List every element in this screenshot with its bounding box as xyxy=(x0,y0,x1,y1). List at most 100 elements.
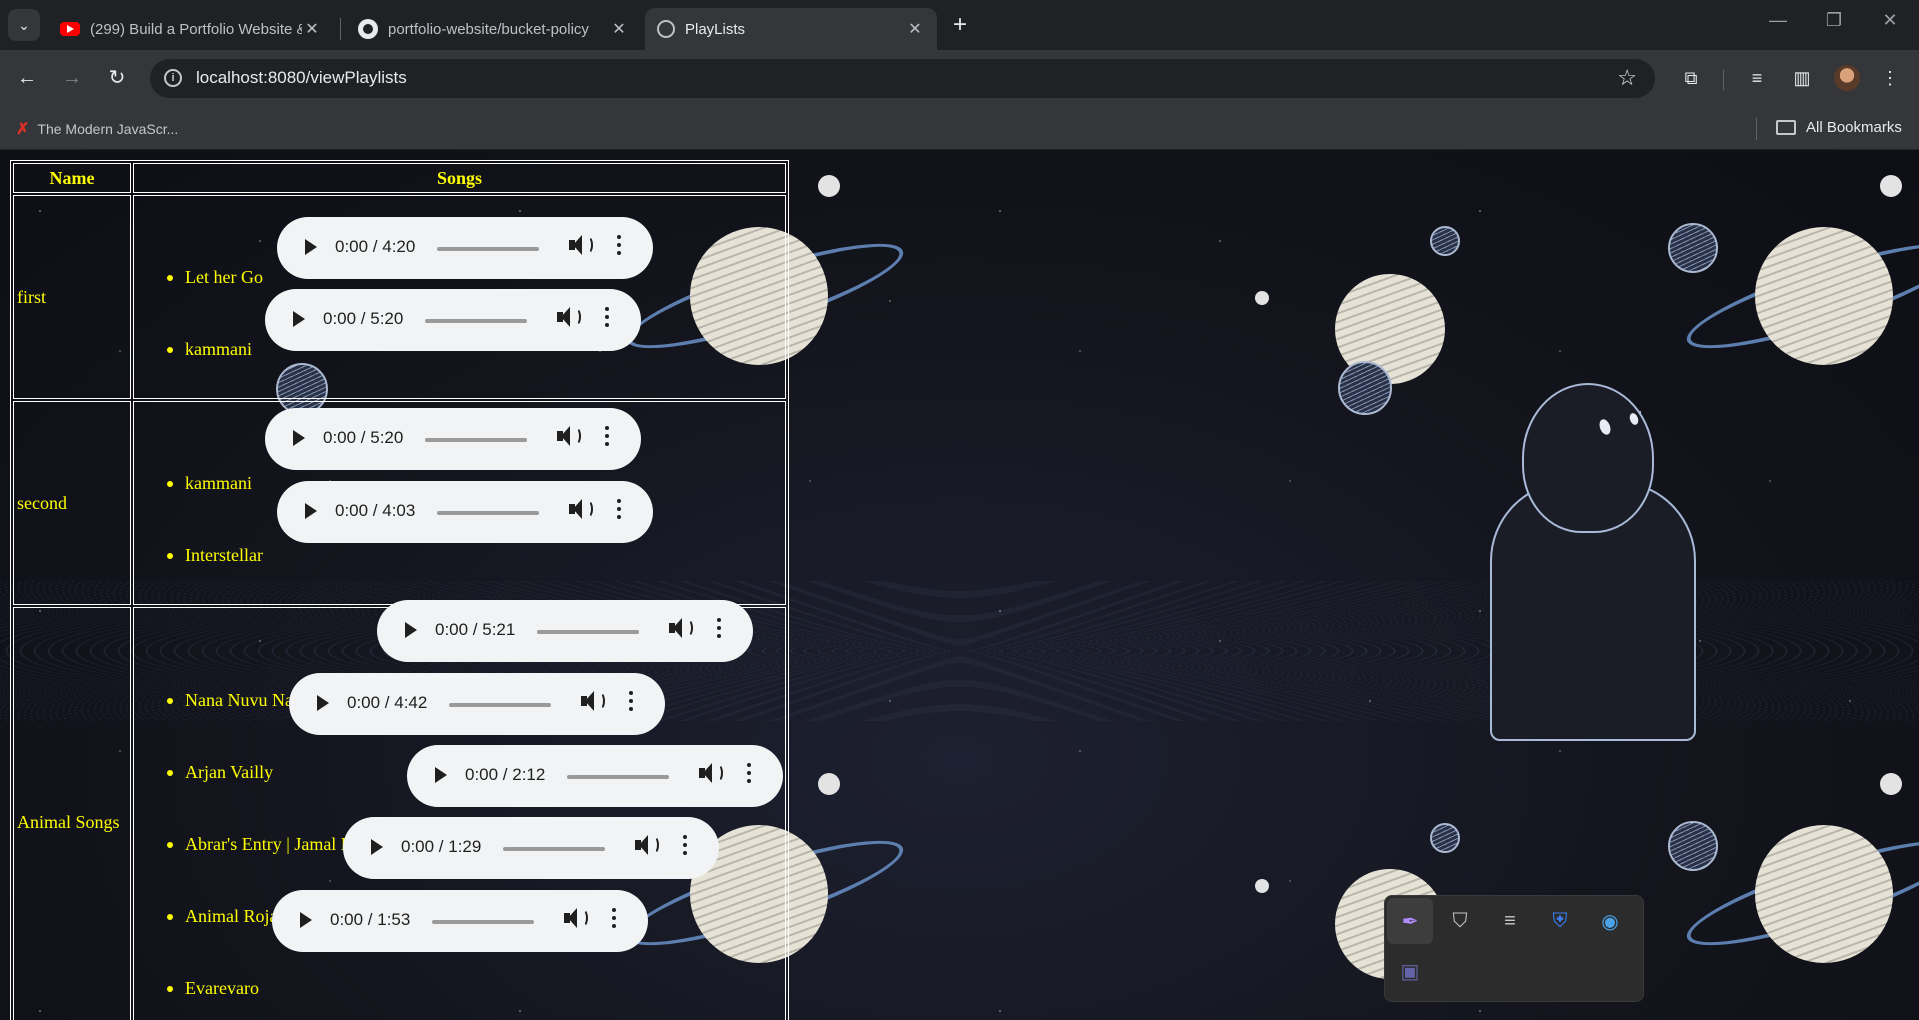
audio-progress-slider[interactable] xyxy=(432,920,534,924)
bullet xyxy=(167,275,173,281)
more-options-icon[interactable] xyxy=(605,307,609,333)
audio-player[interactable]: 0:00 / 5:21 xyxy=(377,600,753,662)
song-title: Interstellar xyxy=(185,545,263,565)
address-bar[interactable]: i localhost:8080/viewPlaylists ☆ xyxy=(150,59,1655,98)
reload-icon[interactable]: ↻ xyxy=(103,64,131,92)
small-moon xyxy=(1668,223,1718,273)
menu-kebab-icon[interactable]: ⋮ xyxy=(1876,64,1904,92)
moon-dot xyxy=(818,773,840,795)
audio-progress-slider[interactable] xyxy=(425,438,527,442)
audio-progress-slider[interactable] xyxy=(437,511,539,515)
table-row: Animal Songs Nana Nuvu Na Pranam Arjan V… xyxy=(13,607,786,1020)
media-control-icon[interactable]: ≡ xyxy=(1743,64,1771,92)
media-icon[interactable]: ≡ xyxy=(1487,898,1533,944)
url-text[interactable]: localhost:8080/viewPlaylists xyxy=(196,68,407,88)
restore-icon[interactable]: ❐ xyxy=(1814,10,1854,31)
audio-time: 0:00 / 1:29 xyxy=(401,837,482,856)
volume-icon-wave xyxy=(578,909,588,927)
browser-icon[interactable]: ◉ xyxy=(1587,898,1633,944)
audio-player[interactable]: 0:00 / 4:03 xyxy=(277,481,653,543)
close-icon[interactable]: ✕ xyxy=(302,19,322,39)
audio-player[interactable]: 0:00 / 1:29 xyxy=(343,817,719,879)
more-options-icon[interactable] xyxy=(683,835,687,861)
folder-icon xyxy=(1776,120,1796,135)
audio-player[interactable]: 0:00 / 4:42 xyxy=(289,673,665,735)
tab-title: (299) Build a Portfolio Website & xyxy=(90,20,302,38)
playlist-name: Animal Songs xyxy=(13,607,131,1020)
extensions-icon[interactable]: ⧉ xyxy=(1677,64,1705,92)
play-icon[interactable] xyxy=(435,767,447,783)
volume-icon-cone xyxy=(561,426,570,446)
audio-progress-slider[interactable] xyxy=(437,247,539,251)
more-options-icon[interactable] xyxy=(612,908,616,934)
play-icon[interactable] xyxy=(293,430,305,446)
bullet xyxy=(167,914,173,920)
more-options-icon[interactable] xyxy=(617,235,621,261)
audio-player[interactable]: 0:00 / 4:20 xyxy=(277,217,653,279)
tab-playlists[interactable]: PlayLists ✕ xyxy=(645,8,937,50)
all-bookmarks-button[interactable]: All Bookmarks xyxy=(1776,119,1902,136)
audio-progress-slider[interactable] xyxy=(537,630,639,634)
tab-github[interactable]: portfolio-website/bucket-policy ✕ xyxy=(346,8,641,50)
play-icon[interactable] xyxy=(305,503,317,519)
volume-icon-wave xyxy=(583,236,593,254)
more-options-icon[interactable] xyxy=(617,499,621,525)
defender-warning-icon[interactable]: ⛨ xyxy=(1537,898,1583,944)
site-info-icon[interactable]: i xyxy=(164,69,182,87)
bookmark-modern-javascript[interactable]: ✗ The Modern JavaScr... xyxy=(16,119,178,139)
play-icon[interactable] xyxy=(293,311,305,327)
bullet xyxy=(167,770,173,776)
audio-progress-slider[interactable] xyxy=(425,319,527,323)
column-header-songs: Songs xyxy=(133,163,786,193)
side-panel-icon[interactable]: ▥ xyxy=(1788,64,1816,92)
profile-avatar[interactable] xyxy=(1834,65,1860,91)
audio-player[interactable]: 0:00 / 5:20 xyxy=(265,289,641,351)
volume-icon-wave xyxy=(595,692,605,710)
new-tab-button[interactable]: + xyxy=(946,12,974,40)
audio-time: 0:00 / 4:42 xyxy=(347,693,428,712)
ringed-planet xyxy=(1755,825,1893,963)
play-icon[interactable] xyxy=(317,695,329,711)
moon-dot xyxy=(1880,175,1902,197)
play-icon[interactable] xyxy=(305,239,317,255)
songs-cell: Nana Nuvu Na Pranam Arjan Vailly Abrar's… xyxy=(133,607,786,1020)
song-title: Arjan Vailly xyxy=(185,762,274,782)
more-options-icon[interactable] xyxy=(605,426,609,452)
feather-icon[interactable]: ✒ xyxy=(1387,898,1433,944)
audio-progress-slider[interactable] xyxy=(503,847,605,851)
toolbar-separator xyxy=(1723,70,1724,90)
bullet xyxy=(167,347,173,353)
back-arrow-icon[interactable]: ← xyxy=(13,64,41,92)
more-options-icon[interactable] xyxy=(747,763,751,789)
audio-progress-slider[interactable] xyxy=(449,703,551,707)
teams-icon[interactable]: ▣ xyxy=(1387,948,1433,994)
forward-arrow-icon[interactable]: → xyxy=(58,64,86,92)
close-icon[interactable]: ✕ xyxy=(905,19,925,39)
volume-icon-cone xyxy=(639,835,648,855)
tab-search-button[interactable]: ⌄ xyxy=(8,9,40,41)
audio-time: 0:00 / 1:53 xyxy=(330,910,411,929)
close-icon[interactable]: ✕ xyxy=(609,19,629,39)
more-options-icon[interactable] xyxy=(629,691,633,717)
playlist-name: second xyxy=(13,401,131,605)
audio-player[interactable]: 0:00 / 2:12 xyxy=(407,745,783,807)
small-moon xyxy=(1668,821,1718,871)
mcafee-icon[interactable]: ⛉ xyxy=(1437,898,1483,944)
audio-player[interactable]: 0:00 / 5:20 xyxy=(265,408,641,470)
audio-progress-slider[interactable] xyxy=(567,775,669,779)
more-options-icon[interactable] xyxy=(717,618,721,644)
minimize-icon[interactable]: — xyxy=(1758,10,1798,31)
audio-time: 0:00 / 5:21 xyxy=(435,620,516,639)
audio-player[interactable]: 0:00 / 1:53 xyxy=(272,890,648,952)
tab-youtube[interactable]: (299) Build a Portfolio Website & ✕ xyxy=(48,8,334,50)
small-moon xyxy=(1338,361,1392,415)
song-title: Let her Go xyxy=(185,267,263,287)
audio-time: 0:00 / 5:20 xyxy=(323,309,404,328)
play-icon[interactable] xyxy=(371,839,383,855)
moon-dot xyxy=(1255,879,1269,893)
play-icon[interactable] xyxy=(405,622,417,638)
bookmark-star-icon[interactable]: ☆ xyxy=(1617,65,1637,91)
close-window-icon[interactable]: ✕ xyxy=(1870,10,1910,31)
play-icon[interactable] xyxy=(300,912,312,928)
audio-time: 0:00 / 4:20 xyxy=(335,237,416,256)
